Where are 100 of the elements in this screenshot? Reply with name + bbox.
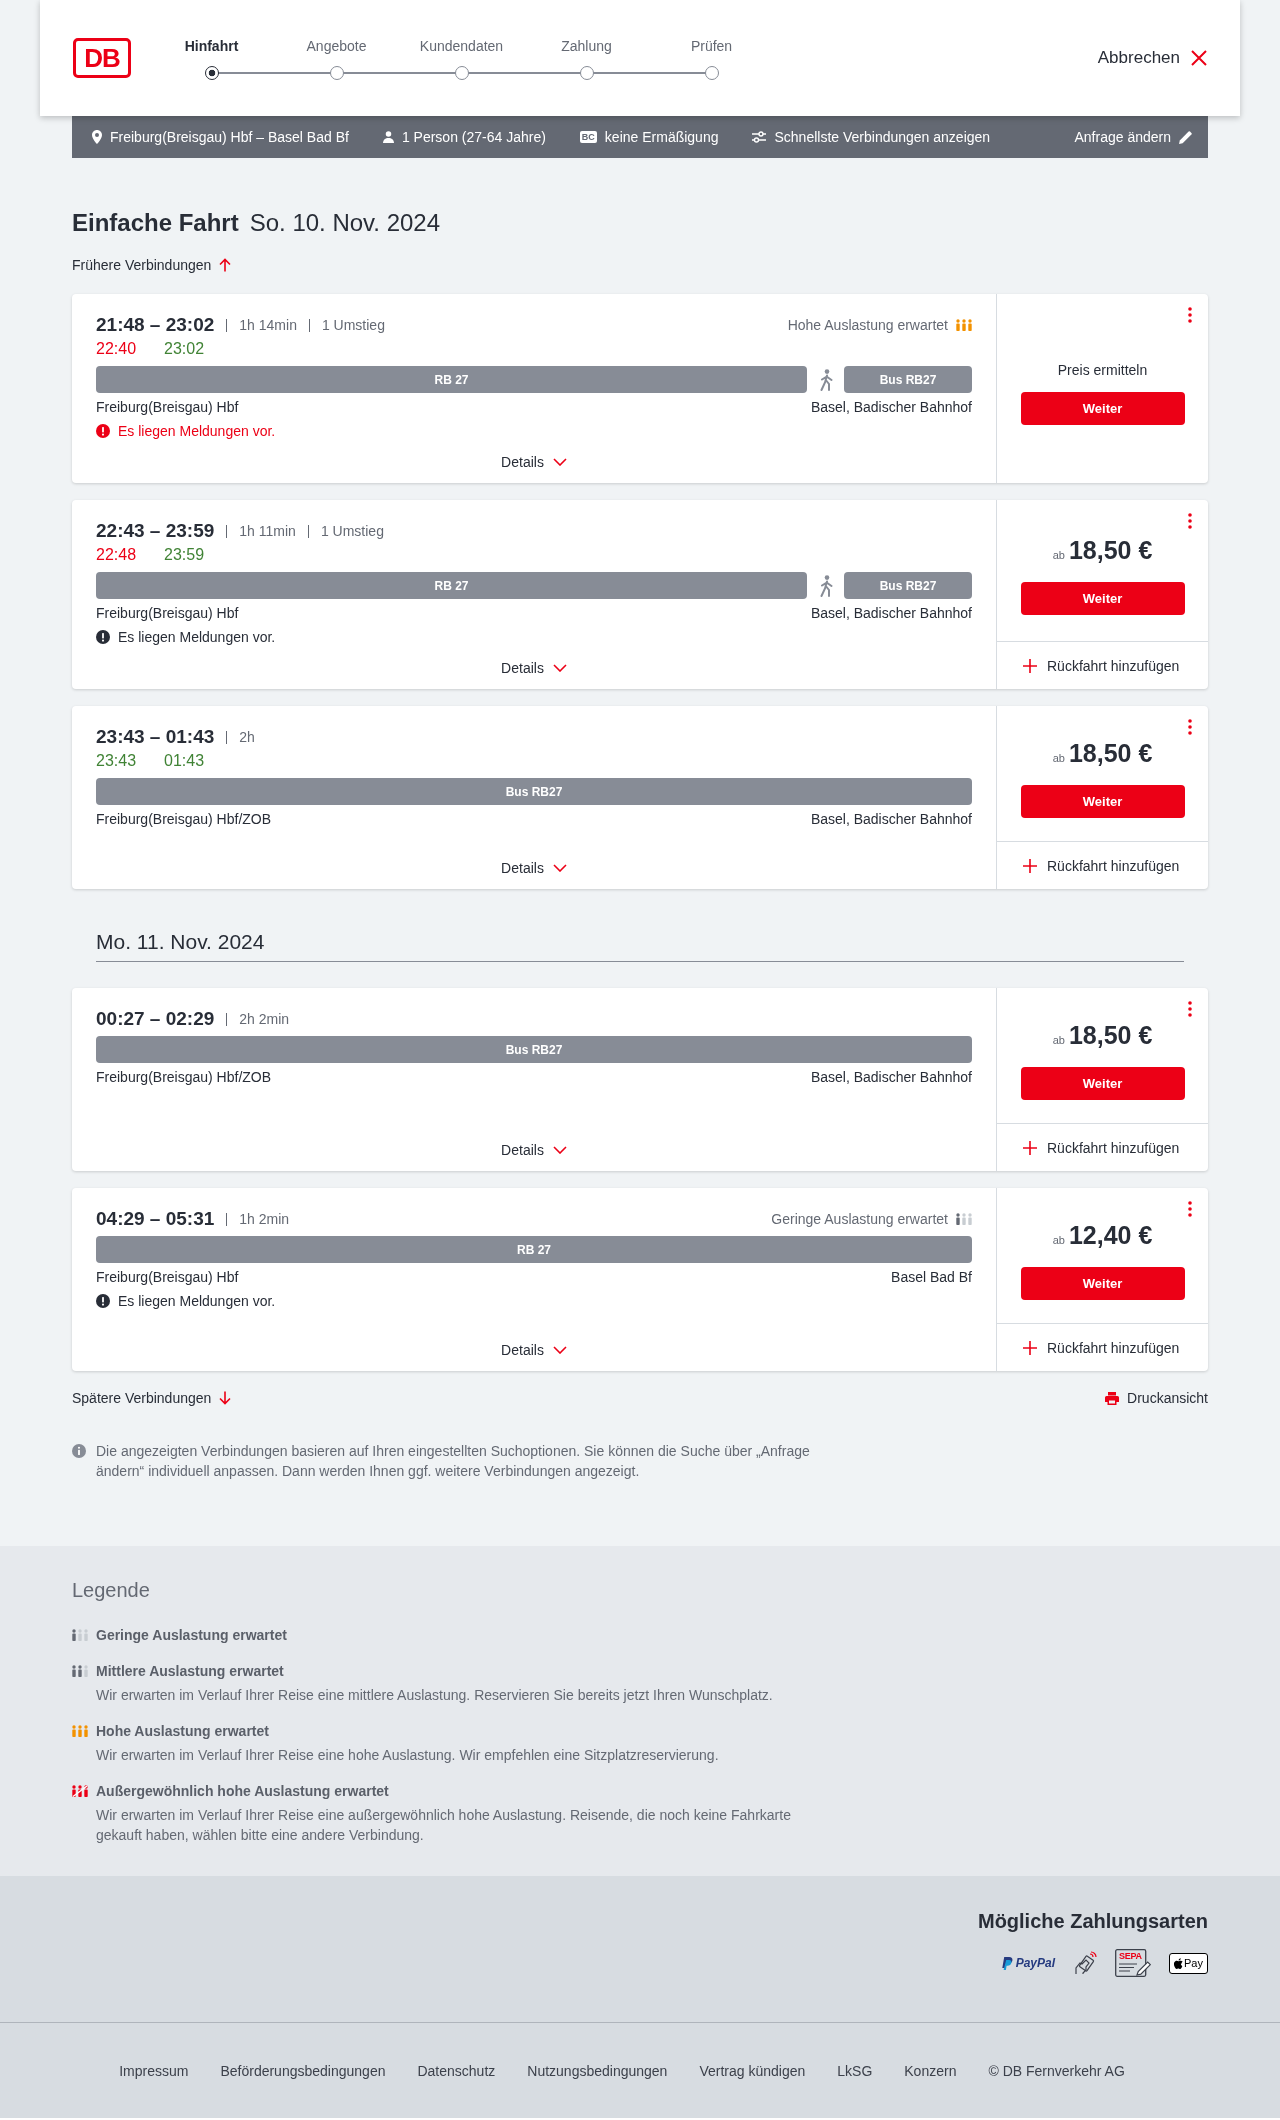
footer-link[interactable]: Vertrag kündigen — [699, 2062, 806, 2079]
departure-arrival-times: 22:43 – 23:59 — [96, 520, 215, 542]
legend-item-title: Mittlere Auslastung erwartet — [96, 1662, 284, 1681]
duration: 2h 2min — [239, 1011, 290, 1027]
add-return-trip-button[interactable]: Rückfahrt hinzufügen — [1023, 1139, 1180, 1156]
occupancy-text: Hohe Auslastung erwartet — [787, 317, 948, 333]
footer-link[interactable]: Nutzungsbedingungen — [527, 2062, 668, 2079]
occupancy-people-icon — [72, 1629, 88, 1641]
plus-icon — [1023, 1140, 1037, 1155]
step-label: Angebote — [306, 37, 367, 56]
price-amount: 18,50 € — [1068, 534, 1153, 565]
price-status: Preis ermitteln — [1057, 361, 1148, 380]
pencil-icon — [1179, 130, 1192, 144]
message-text: Es liegen Meldungen vor. — [118, 1292, 276, 1311]
chevron-down-icon — [552, 664, 567, 672]
details-toggle[interactable]: Details — [501, 454, 567, 470]
edit-request-button[interactable]: Anfrage ändern — [1074, 129, 1192, 145]
earlier-connections-link[interactable]: Frühere Verbindungen — [72, 255, 232, 275]
cancel-button[interactable]: Abbrechen — [1097, 48, 1208, 68]
more-options-icon[interactable] — [1188, 1001, 1192, 1017]
continue-button[interactable]: Weiter — [1020, 392, 1185, 425]
origin-station: Freiburg(Breisgau) Hbf — [96, 604, 239, 623]
footer-link[interactable]: Impressum — [119, 2062, 189, 2079]
legend-item-title: Außergewöhnlich hohe Auslastung erwartet — [96, 1782, 389, 1801]
origin-station: Freiburg(Breisgau) Hbf — [96, 1268, 239, 1287]
day-heading: Mo. 11. Nov. 2024 — [96, 930, 265, 953]
pay-label: Pay — [1184, 1957, 1203, 1969]
walking-person-icon — [818, 574, 833, 597]
add-return-trip-button[interactable]: Rückfahrt hinzufügen — [1023, 657, 1180, 674]
train-segment: RB 27 — [96, 1236, 972, 1263]
route-text: Freiburg(Breisgau) Hbf – Basel Bad Bf — [110, 129, 349, 145]
price-prefix: ab — [1052, 1032, 1065, 1048]
origin-station: Freiburg(Breisgau) Hbf/ZOB — [96, 1068, 272, 1087]
bus-segment: Bus RB27 — [844, 572, 972, 599]
details-toggle[interactable]: Details — [501, 1142, 567, 1158]
more-options-icon[interactable] — [1188, 719, 1192, 735]
bus-segment: Bus RB27 — [96, 1036, 972, 1063]
step-label: Kundendaten — [419, 37, 504, 56]
info-icon — [72, 1444, 86, 1458]
bus-segment: Bus RB27 — [96, 778, 972, 805]
step-label: Zahlung — [561, 37, 612, 56]
add-return-trip-button[interactable]: Rückfahrt hinzufügen — [1023, 857, 1180, 874]
occupancy-people-icon — [72, 1785, 88, 1797]
footer-link[interactable]: LkSG — [837, 2062, 873, 2079]
price-prefix: ab — [1052, 547, 1065, 563]
train-segment: RB 27 — [96, 366, 807, 393]
arrow-up-icon — [219, 258, 232, 272]
bus-segment: Bus RB27 — [844, 366, 972, 393]
trip-date: So. 10. Nov. 2024 — [249, 208, 441, 238]
continue-button[interactable]: Weiter — [1020, 1266, 1185, 1300]
occupancy-people-icon — [956, 319, 972, 331]
legend-item-text: Wir erwarten im Verlauf Ihrer Reise eine hohe Auslastung. Wir empfehlen eine Sitzplatzreservierung. — [96, 1746, 720, 1765]
footer-link[interactable]: Konzern — [904, 2062, 957, 2079]
message-text: Es liegen Meldungen vor. — [118, 628, 276, 647]
destination-station: Basel, Badischer Bahnhof — [810, 1068, 972, 1087]
duration: 1h 14min — [239, 317, 297, 333]
print-view-link[interactable]: Druckansicht — [1105, 1388, 1208, 1408]
realtime-time: 22:40 — [96, 340, 137, 358]
price-amount: 18,50 € — [1068, 737, 1153, 768]
plus-icon — [1023, 858, 1037, 873]
price-prefix: ab — [1052, 1232, 1065, 1248]
realtime-time: 01:43 — [164, 752, 205, 770]
message-text: Es liegen Meldungen vor. — [118, 422, 276, 441]
continue-button[interactable]: Weiter — [1020, 581, 1185, 615]
more-options-icon[interactable] — [1188, 513, 1192, 529]
logo[interactable]: DB — [73, 38, 131, 78]
chevron-down-icon — [552, 1346, 567, 1354]
origin-station: Freiburg(Breisgau) Hbf/ZOB — [96, 810, 272, 829]
add-return-trip-button[interactable]: Rückfahrt hinzufügen — [1023, 1339, 1180, 1356]
chevron-down-icon — [552, 864, 567, 872]
footer-link[interactable]: Datenschutz — [417, 2062, 496, 2079]
transfers: 1 Umstieg — [320, 523, 384, 539]
discount-text: keine Ermäßigung — [604, 129, 719, 145]
occupancy-text: Geringe Auslastung erwartet — [771, 1211, 948, 1227]
footer-link[interactable]: Beförderungsbedingungen — [220, 2062, 386, 2079]
occupancy-people-icon — [72, 1665, 88, 1677]
more-options-icon[interactable] — [1188, 307, 1192, 323]
more-options-icon[interactable] — [1188, 1201, 1192, 1217]
departure-arrival-times: 00:27 – 02:29 — [96, 1008, 215, 1030]
realtime-time: 22:48 — [96, 546, 137, 564]
price-prefix: ab — [1052, 750, 1065, 766]
close-icon — [1190, 49, 1208, 67]
details-toggle[interactable]: Details — [501, 860, 567, 876]
sliders-icon — [752, 131, 767, 143]
later-connections-link[interactable]: Spätere Verbindungen — [72, 1388, 232, 1408]
continue-button[interactable]: Weiter — [1020, 784, 1185, 818]
footer-link[interactable]: © DB Fernverkehr AG — [988, 2062, 1125, 2079]
train-segment: RB 27 — [96, 572, 807, 599]
payment-title: Mögliche Zahlungsarten — [977, 1909, 1208, 1934]
destination-station: Basel, Badischer Bahnhof — [810, 398, 972, 417]
printer-icon — [1105, 1391, 1120, 1405]
legend-item-title: Geringe Auslastung erwartet — [96, 1626, 287, 1645]
details-toggle[interactable]: Details — [501, 1342, 567, 1358]
apple-icon — [1174, 1957, 1184, 1969]
continue-button[interactable]: Weiter — [1020, 1066, 1185, 1100]
step-label: Hinfahrt — [184, 37, 239, 56]
travellers-text: 1 Person (27-64 Jahre) — [401, 129, 546, 145]
origin-station: Freiburg(Breisgau) Hbf — [96, 398, 239, 417]
details-toggle[interactable]: Details — [501, 660, 567, 676]
occupancy-people-icon — [72, 1725, 88, 1737]
